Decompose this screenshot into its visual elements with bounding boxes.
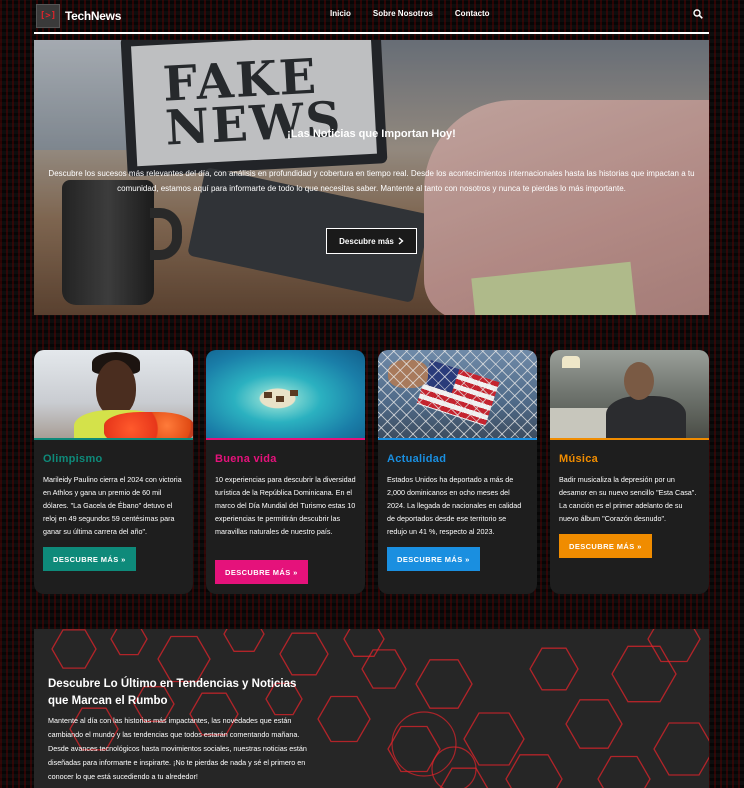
hexagon-shape: [51, 629, 97, 669]
hexagon-shape: [611, 645, 677, 703]
nav-link-sobre-nosotros[interactable]: Sobre Nosotros: [373, 9, 433, 18]
card-text: 10 experiencias para descubrir la divers…: [215, 475, 356, 536]
news-card-musica[interactable]: Música Badir musicaliza la depresión por…: [550, 350, 709, 594]
hexagon-shape: [415, 659, 473, 709]
card-accent-line: [550, 438, 709, 440]
hexagon-shape: [343, 629, 385, 657]
card-image-buena-vida: [206, 350, 365, 438]
card-text: Marileidy Paulino cierra el 2024 con vic…: [43, 475, 182, 536]
hero-description: Descubre los sucesos más relevantes del …: [48, 169, 695, 193]
hexagon-shape: [529, 647, 579, 691]
card-discover-button[interactable]: DESCUBRE MÁS »: [387, 547, 480, 571]
hexagon-shape: [597, 755, 651, 788]
hexagon-shape: [439, 767, 489, 788]
card-accent-line: [378, 438, 537, 440]
hexagon-shape: [565, 699, 623, 749]
hero-banner: FAKE NEWS ¡Las Noticias que Importan Hoy…: [34, 40, 709, 315]
chevron-right-icon: [398, 237, 404, 245]
card-category: Actualidad: [387, 453, 447, 465]
card-discover-button[interactable]: DESCUBRE MÁS »: [559, 534, 652, 558]
card-category: Olimpismo: [43, 453, 103, 465]
card-accent-line: [206, 438, 365, 440]
hexagon-shape: [653, 722, 709, 776]
hexagon-shape: [505, 754, 563, 788]
hexagon-shape: [361, 649, 407, 689]
trends-title: Descubre Lo Último en Tendencias y Notic…: [48, 678, 297, 707]
circle-shape: [391, 711, 457, 777]
card-image-olimpismo: [34, 350, 193, 438]
hexagon-shape: [110, 629, 148, 656]
logo-icon[interactable]: [>]: [36, 4, 60, 28]
hexagon-shape: [317, 695, 371, 743]
news-card-buena-vida[interactable]: Buena vida 10 experiencias para descubri…: [206, 350, 365, 594]
hero-discover-button[interactable]: Descubre más: [326, 228, 417, 254]
card-category: Buena vida: [215, 453, 277, 465]
card-discover-button[interactable]: DESCUBRE MÁS »: [43, 547, 136, 571]
hexagon-shape: [223, 629, 265, 652]
card-image-musica: [550, 350, 709, 438]
card-text: Estados Unidos ha deportado a más de 2,0…: [387, 475, 522, 536]
hero-title: ¡Las Noticias que Importan Hoy!: [287, 128, 456, 140]
hexagon-shape: [647, 629, 701, 663]
card-accent-line: [34, 438, 193, 440]
top-navbar: [>] TechNews Inicio Sobre Nosotros Conta…: [34, 0, 709, 34]
nav-link-contacto[interactable]: Contacto: [455, 9, 490, 18]
card-image-actualidad: [378, 350, 537, 438]
nav-link-inicio[interactable]: Inicio: [330, 9, 351, 18]
nav-links: Inicio Sobre Nosotros Contacto: [330, 9, 512, 18]
news-cards: Olimpismo Marileidy Paulino cierra el 20…: [34, 350, 709, 595]
brand-name[interactable]: TechNews: [65, 9, 121, 23]
card-text: Badir musicaliza la depresión por un des…: [559, 475, 697, 523]
hero-discover-label: Descubre más: [339, 236, 394, 246]
hexagon-shape: [157, 635, 211, 683]
search-icon[interactable]: [693, 9, 703, 19]
trends-section: Descubre Lo Último en Tendencias y Notic…: [34, 629, 709, 788]
card-category: Música: [559, 453, 599, 465]
trends-text: Mantente al día con las historias más im…: [48, 716, 307, 781]
news-card-olimpismo[interactable]: Olimpismo Marileidy Paulino cierra el 20…: [34, 350, 193, 594]
hexagon-shape: [279, 632, 329, 676]
circle-shape: [431, 746, 477, 788]
card-discover-button[interactable]: DESCUBRE MÁS »: [215, 560, 308, 584]
news-card-actualidad[interactable]: Actualidad Estados Unidos ha deportado a…: [378, 350, 537, 594]
